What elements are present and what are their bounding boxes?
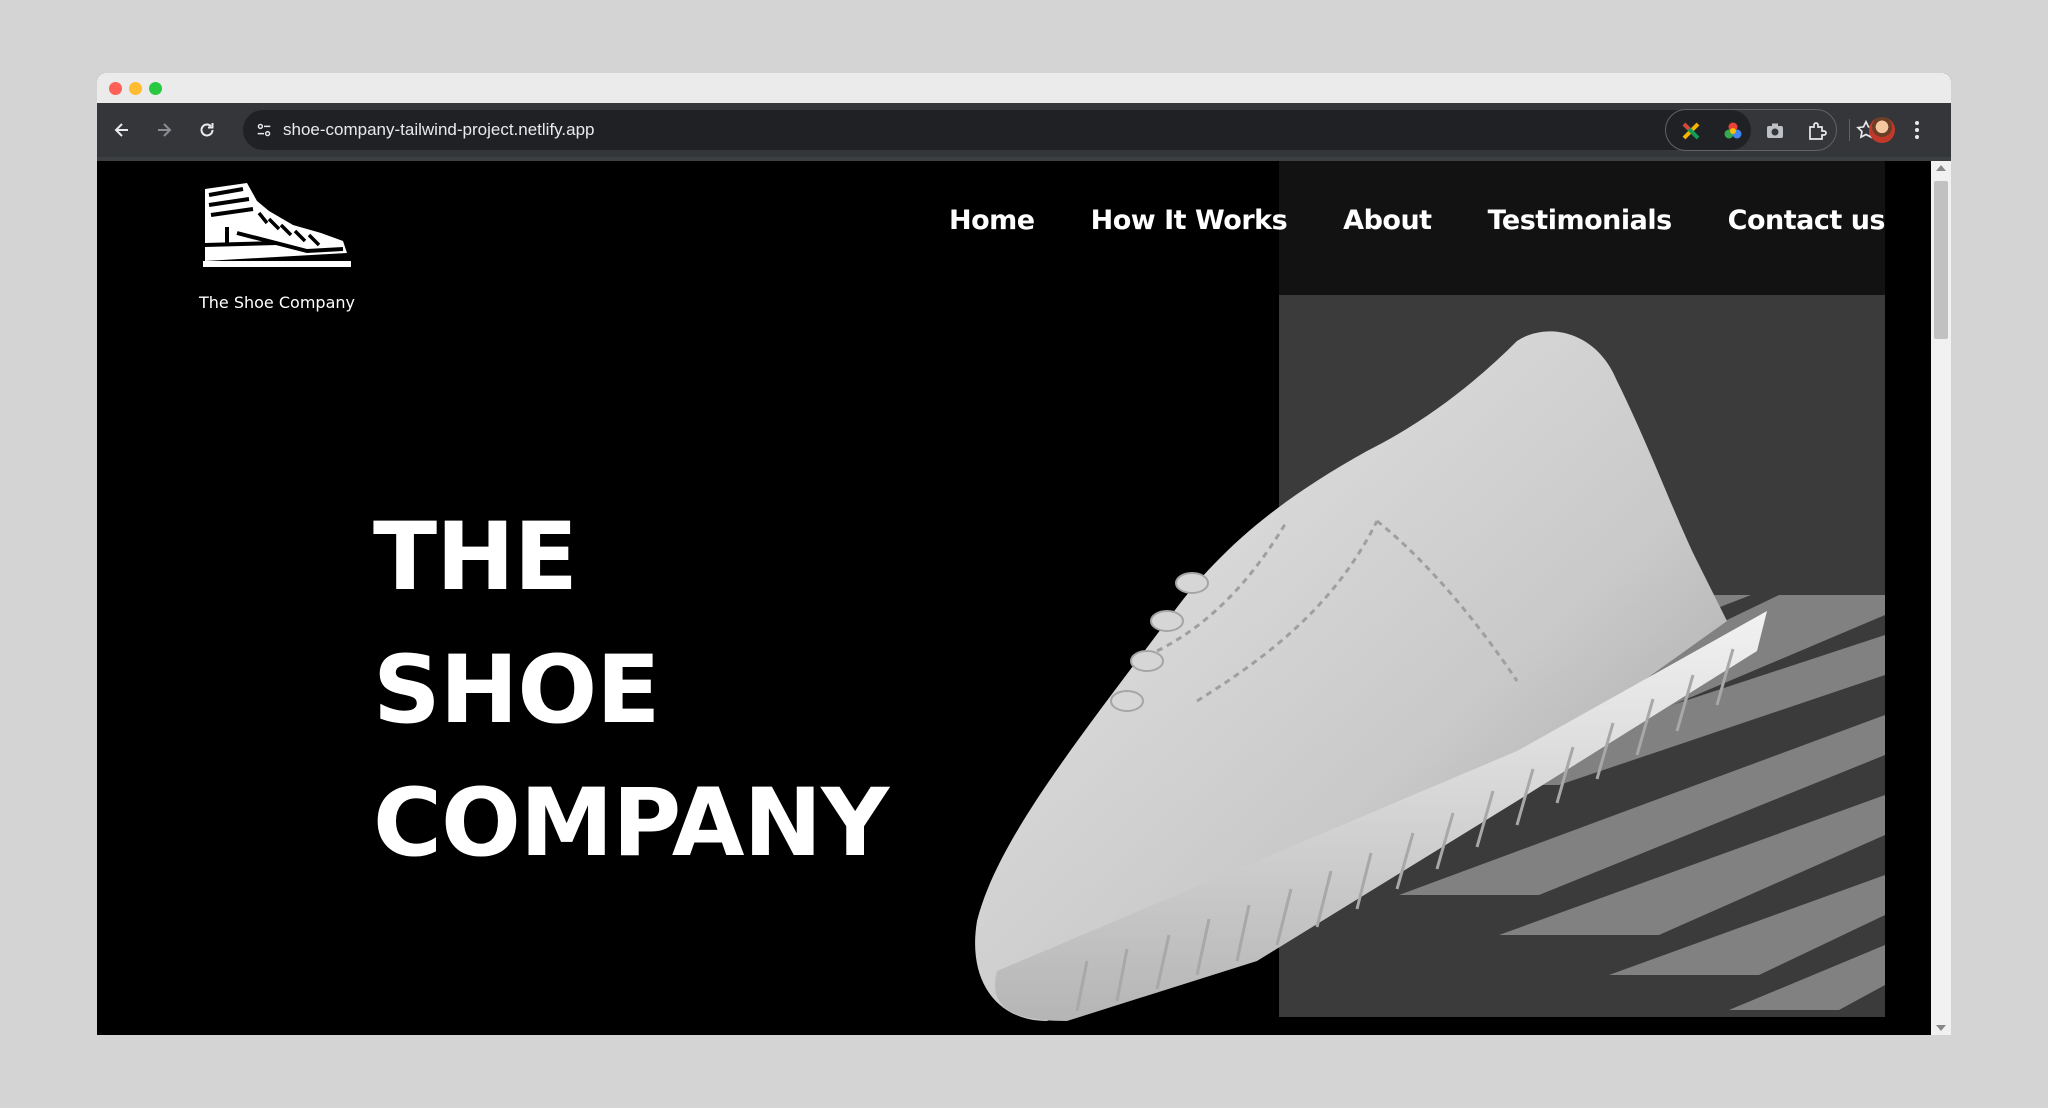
color-picker-extension-icon[interactable] xyxy=(1722,120,1744,142)
nav-testimonials[interactable]: Testimonials xyxy=(1488,205,1673,236)
nav-home[interactable]: Home xyxy=(949,205,1035,236)
scroll-thumb[interactable] xyxy=(1934,181,1948,339)
puzzle-icon[interactable] xyxy=(1806,120,1828,142)
hero-line-3: COMPANY xyxy=(373,769,889,878)
url-text[interactable]: shoe-company-tailwind-project.netlify.ap… xyxy=(283,110,595,150)
nav-contact-us[interactable]: Contact us xyxy=(1728,205,1886,236)
site-info-icon[interactable] xyxy=(253,119,275,141)
maximize-window-button[interactable] xyxy=(149,82,162,95)
browser-toolbar: shoe-company-tailwind-project.netlify.ap… xyxy=(97,103,1951,157)
browser-window: shoe-company-tailwind-project.netlify.ap… xyxy=(97,73,1951,1035)
scroll-up-arrow[interactable] xyxy=(1936,165,1946,171)
back-button[interactable] xyxy=(101,103,143,157)
forward-button[interactable] xyxy=(143,103,185,157)
hero-line-2: SHOE xyxy=(373,636,661,745)
vertical-scrollbar[interactable] xyxy=(1931,161,1951,1035)
camera-extension-icon[interactable] xyxy=(1764,120,1786,142)
hero-title: THE SHOE COMPANY xyxy=(373,491,889,890)
reload-button[interactable] xyxy=(186,103,228,157)
nav-about[interactable]: About xyxy=(1343,205,1432,236)
site-logo[interactable]: The Shoe Company xyxy=(197,181,357,312)
sneaker-logo-icon xyxy=(203,183,351,267)
hero-line-1: THE xyxy=(373,503,578,612)
main-navigation: Home How It Works About Testimonials Con… xyxy=(949,205,1885,236)
extensions-group xyxy=(1665,109,1837,151)
window-titlebar xyxy=(97,73,1951,103)
address-bar[interactable]: shoe-company-tailwind-project.netlify.ap… xyxy=(243,110,1876,150)
close-window-button[interactable] xyxy=(109,82,122,95)
forward-icon xyxy=(158,123,172,137)
logo-text: The Shoe Company xyxy=(199,293,355,312)
back-icon xyxy=(114,123,128,137)
page-viewport: The Shoe Company Home How It Works About… xyxy=(97,161,1931,1035)
nav-how-it-works[interactable]: How It Works xyxy=(1091,205,1288,236)
pencil-ruler-extension-icon[interactable] xyxy=(1680,120,1702,142)
reload-icon xyxy=(200,123,214,137)
scroll-down-arrow[interactable] xyxy=(1936,1025,1946,1031)
profile-avatar[interactable] xyxy=(1869,117,1895,143)
toolbar-separator xyxy=(1849,119,1850,141)
more-menu-icon[interactable] xyxy=(1913,118,1921,142)
minimize-window-button[interactable] xyxy=(129,82,142,95)
sneaker-image xyxy=(975,331,1767,1021)
